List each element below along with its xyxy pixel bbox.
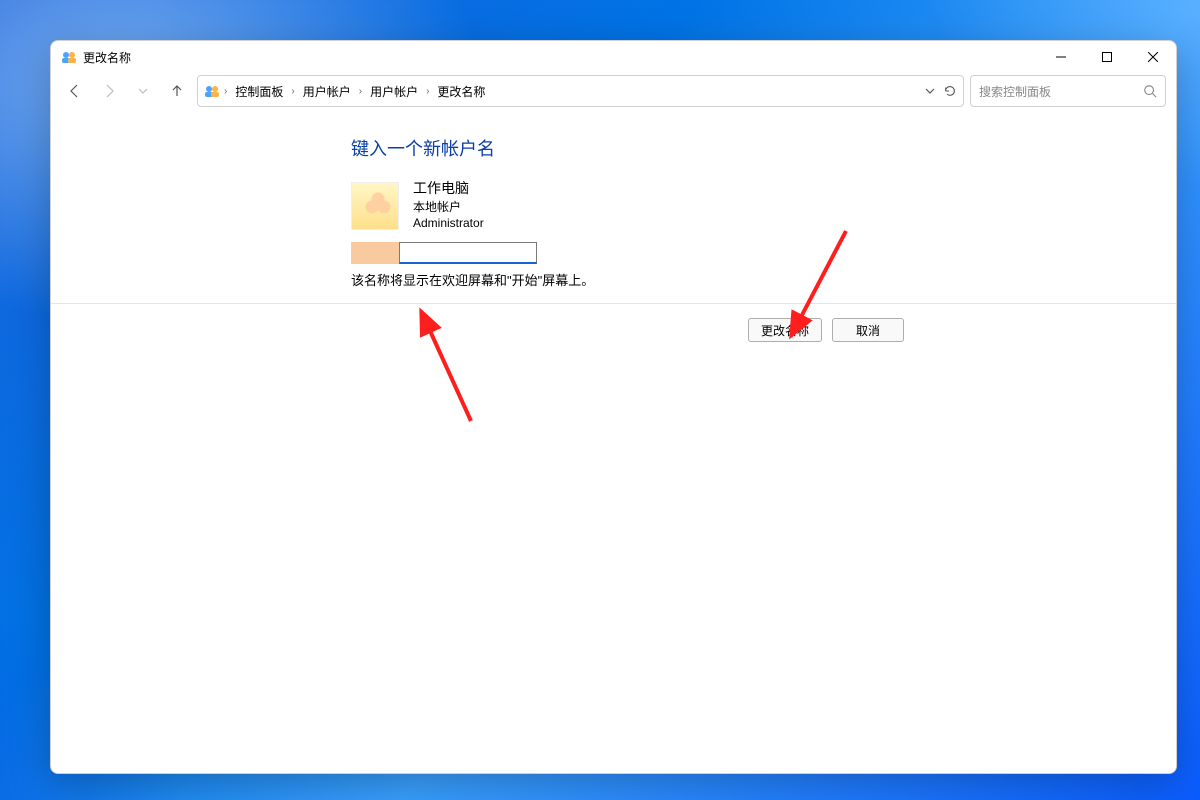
search-input[interactable]: 搜索控制面板 — [970, 75, 1166, 107]
nav-recent-dropdown[interactable] — [129, 77, 157, 105]
control-panel-window: 更改名称 — [50, 40, 1177, 774]
content-area: 键入一个新帐户名 工作电脑 本地帐户 Administrator 该名称将显示在… — [51, 117, 1176, 773]
nav-up-button[interactable] — [163, 77, 191, 105]
breadcrumb-item[interactable]: 更改名称 — [433, 81, 489, 102]
address-dropdown-icon[interactable] — [925, 86, 935, 96]
page-heading: 键入一个新帐户名 — [351, 135, 991, 161]
breadcrumb-item[interactable]: 用户帐户 — [366, 81, 422, 102]
user-accounts-icon — [61, 49, 77, 65]
window-controls — [1038, 41, 1176, 73]
maximize-button[interactable] — [1084, 41, 1130, 73]
user-role: Administrator — [413, 215, 484, 232]
chevron-right-icon: › — [222, 86, 229, 97]
address-bar[interactable]: › 控制面板 › 用户帐户 › 用户帐户 › 更改名称 — [197, 75, 964, 107]
redacted-block — [351, 242, 399, 264]
nav-back-button[interactable] — [61, 77, 89, 105]
user-account-type: 本地帐户 — [413, 199, 484, 216]
window-title: 更改名称 — [83, 49, 131, 66]
change-name-button[interactable]: 更改名称 — [748, 318, 822, 342]
titlebar: 更改名称 — [51, 41, 1176, 73]
chevron-right-icon: › — [289, 86, 296, 97]
chevron-right-icon: › — [357, 86, 364, 97]
nav-forward-button[interactable] — [95, 77, 123, 105]
chevron-right-icon: › — [424, 86, 431, 97]
current-user-info: 工作电脑 本地帐户 Administrator — [351, 179, 991, 232]
refresh-button[interactable] — [943, 84, 957, 98]
navigation-row: › 控制面板 › 用户帐户 › 用户帐户 › 更改名称 搜索控制面板 — [51, 73, 1176, 117]
close-button[interactable] — [1130, 41, 1176, 73]
search-placeholder: 搜索控制面板 — [979, 83, 1143, 100]
input-hint: 该名称将显示在欢迎屏幕和"开始"屏幕上。 — [351, 270, 991, 289]
new-account-name-input[interactable] — [399, 242, 537, 264]
breadcrumb-item[interactable]: 控制面板 — [231, 81, 287, 102]
minimize-button[interactable] — [1038, 41, 1084, 73]
user-avatar — [351, 182, 399, 230]
breadcrumb-item[interactable]: 用户帐户 — [299, 81, 355, 102]
user-accounts-icon — [204, 83, 220, 99]
action-buttons: 更改名称 取消 — [51, 304, 1176, 342]
search-icon — [1143, 84, 1157, 98]
user-display-name: 工作电脑 — [413, 179, 484, 199]
cancel-button[interactable]: 取消 — [832, 318, 904, 342]
